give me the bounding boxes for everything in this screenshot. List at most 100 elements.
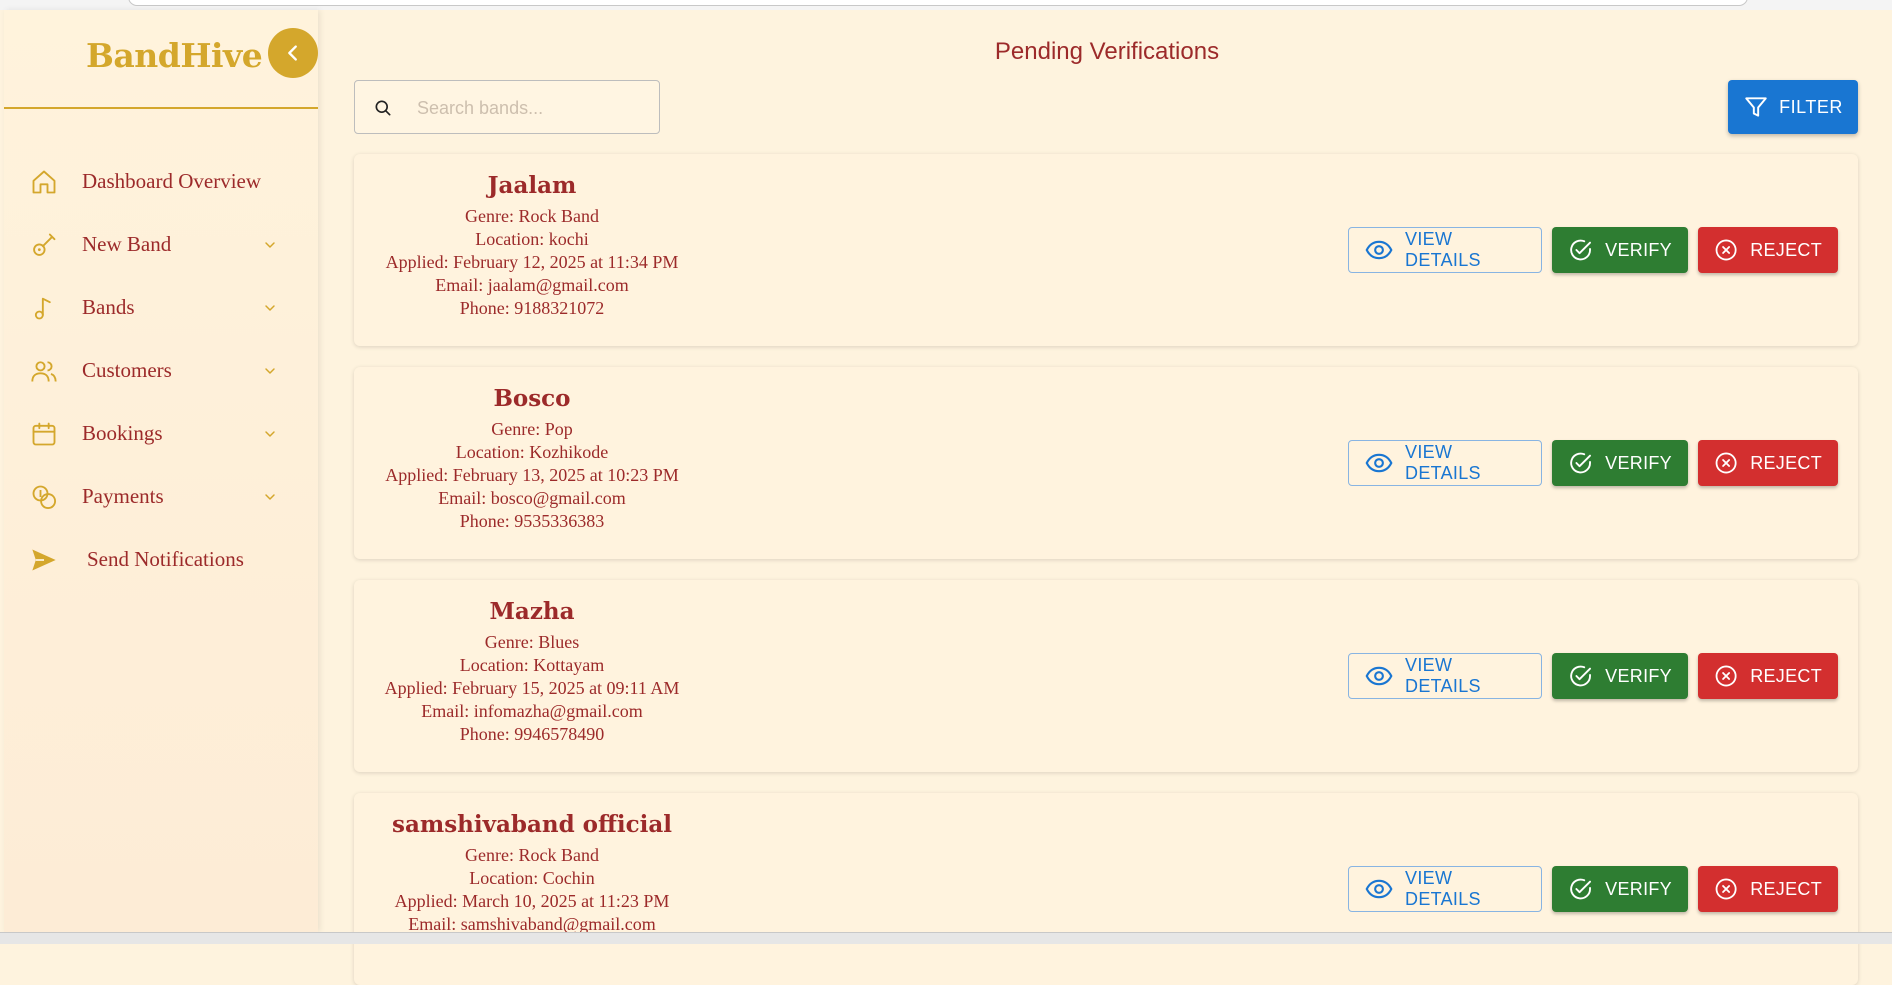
band-phone: Phone: 9188321072 (459, 298, 605, 318)
verify-label: VERIFY (1605, 878, 1672, 899)
search-input[interactable] (415, 93, 649, 123)
sidebar-item-label: Bands (82, 295, 135, 319)
band-name: Mazha (489, 598, 575, 625)
sidebar-item-label: New Band (82, 232, 172, 256)
card-actions: VIEW DETAILS VERIFY REJECT (1348, 866, 1838, 912)
sidebar-item-label: Send Notifications (87, 547, 244, 571)
band-location: Location: kochi (475, 229, 589, 249)
reject-button[interactable]: REJECT (1698, 227, 1838, 273)
verify-button[interactable]: VERIFY (1552, 866, 1688, 912)
sidebar-item-label: Bookings (82, 421, 163, 445)
reject-button[interactable]: REJECT (1698, 653, 1838, 699)
band-name: Bosco (493, 385, 571, 412)
verify-label: VERIFY (1605, 239, 1672, 260)
calendar-icon (32, 422, 56, 445)
check-circle-icon (1570, 878, 1591, 900)
filter-icon (1745, 97, 1767, 117)
sidebar-item-bands[interactable]: Bands (4, 276, 318, 339)
search-box[interactable] (354, 80, 660, 134)
x-circle-icon (1715, 239, 1737, 261)
band-card: Bosco Genre: Pop Location: Kozhikode App… (354, 367, 1858, 559)
users-icon (31, 360, 57, 382)
sidebar-item-send-notifications[interactable]: Send Notifications (4, 528, 318, 591)
chevron-left-icon (288, 45, 297, 61)
verify-button[interactable]: VERIFY (1552, 653, 1688, 699)
band-email: Email: jaalam@gmail.com (435, 275, 629, 295)
reject-button[interactable]: REJECT (1698, 440, 1838, 486)
band-phone: Phone: 9535336383 (459, 511, 605, 531)
filter-button-label: FILTER (1779, 96, 1843, 117)
sidebar-item-customers[interactable]: Customers (4, 339, 318, 402)
sidebar-item-new-band[interactable]: New Band (4, 213, 318, 276)
reject-label: REJECT (1750, 665, 1822, 686)
band-genre: Genre: Blues (484, 632, 580, 652)
sidebar-item-label: Payments (82, 484, 164, 508)
browser-address-bar[interactable] (128, 0, 1748, 6)
band-card: Mazha Genre: Blues Location: Kottayam Ap… (354, 580, 1858, 772)
sidebar-item-label: Customers (82, 358, 172, 382)
card-actions: VIEW DETAILS VERIFY REJECT (1348, 653, 1838, 699)
reject-button[interactable]: REJECT (1698, 866, 1838, 912)
band-applied-date: Applied: February 12, 2025 at 11:34 PM (385, 252, 679, 272)
band-info: Mazha Genre: Blues Location: Kottayam Ap… (364, 598, 700, 746)
x-circle-icon (1715, 452, 1737, 474)
view-details-button[interactable]: VIEW DETAILS (1348, 653, 1542, 699)
band-location: Location: Kozhikode (455, 442, 609, 462)
band-applied-date: Applied: February 13, 2025 at 10:23 PM (385, 465, 679, 485)
verify-button[interactable]: VERIFY (1552, 227, 1688, 273)
card-actions: VIEW DETAILS VERIFY REJECT (1348, 227, 1838, 273)
view-details-label: VIEW DETAILS (1405, 442, 1481, 483)
band-info: samshivaband official Genre: Rock Band L… (364, 811, 700, 936)
band-card: Jaalam Genre: Rock Band Location: kochi … (354, 154, 1858, 346)
filter-button[interactable]: FILTER (1728, 80, 1858, 134)
page-title: Pending Verifications (994, 38, 1220, 65)
chevron-down-icon (265, 304, 275, 311)
band-location: Location: Kottayam (459, 655, 605, 675)
view-details-button[interactable]: VIEW DETAILS (1348, 227, 1542, 273)
band-email: Email: infomazha@gmail.com (421, 701, 643, 721)
band-card: samshivaband official Genre: Rock Band L… (354, 793, 1858, 985)
band-name: Jaalam (487, 172, 577, 199)
verify-button[interactable]: VERIFY (1552, 440, 1688, 486)
check-circle-icon (1570, 239, 1591, 261)
reject-label: REJECT (1750, 239, 1822, 260)
home-icon (32, 170, 56, 193)
sidebar-item-bookings[interactable]: Bookings (4, 402, 318, 465)
band-applied-date: Applied: February 15, 2025 at 09:11 AM (384, 678, 680, 698)
view-details-label: VIEW DETAILS (1405, 229, 1481, 270)
band-phone: Phone: 9946578490 (459, 724, 605, 744)
eye-icon (1365, 879, 1393, 899)
band-location: Location: Cochin (469, 868, 595, 888)
band-applied-date: Applied: March 10, 2025 at 11:23 PM (394, 891, 670, 911)
band-info: Bosco Genre: Pop Location: Kozhikode App… (364, 385, 700, 533)
view-details-button[interactable]: VIEW DETAILS (1348, 440, 1542, 486)
band-genre: Genre: Rock Band (465, 206, 599, 226)
verify-label: VERIFY (1605, 665, 1672, 686)
band-name: samshivaband official (392, 811, 672, 838)
reject-label: REJECT (1750, 452, 1822, 473)
search-icon (375, 100, 391, 116)
coins-icon (32, 485, 57, 509)
view-details-button[interactable]: VIEW DETAILS (1348, 866, 1542, 912)
chevron-down-icon (265, 430, 275, 437)
sidebar: BandHive Dashboard Overview New Band Ban… (4, 10, 318, 932)
verify-label: VERIFY (1605, 452, 1672, 473)
check-circle-icon (1570, 665, 1591, 687)
browser-bottom-strip (0, 932, 1892, 944)
x-circle-icon (1715, 665, 1737, 687)
chevron-down-icon (265, 493, 275, 500)
band-genre: Genre: Rock Band (465, 845, 599, 865)
brand-header: BandHive (4, 10, 318, 109)
chevron-down-icon (265, 367, 275, 374)
guitar-icon (33, 233, 56, 256)
view-details-label: VIEW DETAILS (1405, 868, 1481, 909)
band-email: Email: bosco@gmail.com (438, 488, 626, 508)
sidebar-item-dashboard-overview[interactable]: Dashboard Overview (4, 150, 318, 213)
collapse-sidebar-button[interactable] (268, 28, 318, 78)
eye-icon (1365, 453, 1393, 473)
band-info: Jaalam Genre: Rock Band Location: kochi … (364, 172, 700, 320)
send-icon (32, 549, 56, 570)
band-genre: Genre: Pop (491, 419, 573, 439)
music-note-icon (34, 297, 51, 319)
sidebar-item-payments[interactable]: Payments (4, 465, 318, 528)
